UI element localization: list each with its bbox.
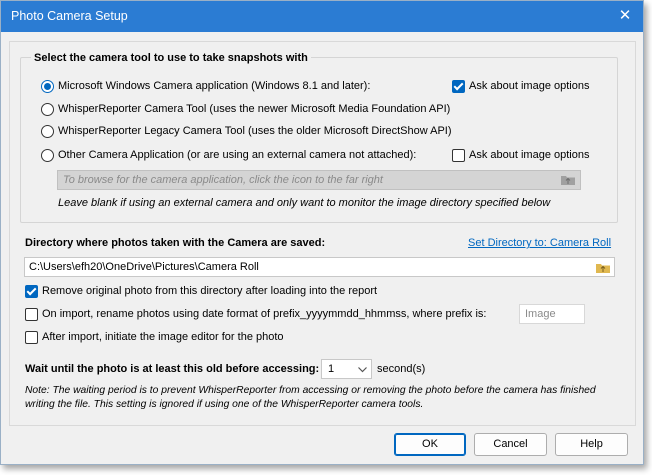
rename-on-import-label: On import, rename photos using date form… [42,308,487,320]
ask-image-options-checkbox-1[interactable] [452,80,465,93]
help-button[interactable]: Help [555,433,628,456]
directory-path-value: C:\Users\efh20\OneDrive\Pictures\Camera … [29,261,259,273]
wait-label: Wait until the photo is at least this ol… [25,363,320,375]
prefix-input[interactable]: Image [519,304,585,324]
wait-seconds-value: 1 [328,363,335,375]
camera-tool-group-label: Select the camera tool to use to take sn… [31,52,311,64]
prefix-placeholder: Image [525,308,556,320]
radio-other-camera-label: Other Camera Application (or are using a… [58,149,417,161]
remove-original-label: Remove original photo from this director… [42,285,378,297]
ask-image-options-label-1: Ask about image options [469,80,590,92]
chevron-down-icon [358,367,367,373]
browse-directory-icon[interactable] [596,262,610,273]
wait-note-line-2: writing the file. This setting is ignore… [25,399,424,410]
radio-legacy-camera[interactable] [41,125,54,138]
camera-app-hint: Leave blank if using an external camera … [58,197,551,209]
ok-button[interactable]: OK [394,433,466,456]
photo-camera-setup-dialog: Photo Camera Setup ✕ Select the camera t… [0,0,644,465]
wait-unit: second(s) [377,363,426,375]
camera-app-path-placeholder: To browse for the camera application, cl… [63,174,383,186]
browse-folder-icon[interactable] [561,174,575,185]
camera-app-path-field[interactable]: To browse for the camera application, cl… [57,170,581,190]
directory-label: Directory where photos taken with the Ca… [25,237,326,249]
close-icon[interactable]: ✕ [615,6,635,26]
radio-windows-camera[interactable] [41,80,54,93]
radio-whisperreporter-camera[interactable] [41,103,54,116]
radio-windows-camera-label: Microsoft Windows Camera application (Wi… [58,80,371,92]
open-editor-checkbox[interactable] [25,331,38,344]
open-editor-label: After import, initiate the image editor … [42,331,284,343]
set-directory-camera-roll-link[interactable]: Set Directory to: Camera Roll [468,237,611,249]
ask-image-options-checkbox-2[interactable] [452,149,465,162]
cancel-button[interactable]: Cancel [474,433,547,456]
wait-seconds-select[interactable]: 1 [321,359,372,379]
radio-legacy-camera-label: WhisperReporter Legacy Camera Tool (uses… [58,125,452,137]
remove-original-checkbox[interactable] [25,285,38,298]
wait-note-line-1: Note: The waiting period is to prevent W… [25,385,596,396]
title-bar: Photo Camera Setup ✕ [1,1,643,32]
radio-whisperreporter-camera-label: WhisperReporter Camera Tool (uses the ne… [58,103,451,115]
directory-path-input[interactable]: C:\Users\efh20\OneDrive\Pictures\Camera … [24,257,615,277]
radio-other-camera[interactable] [41,149,54,162]
window-title: Photo Camera Setup [11,9,128,23]
ask-image-options-label-2: Ask about image options [469,149,590,161]
rename-on-import-checkbox[interactable] [25,308,38,321]
